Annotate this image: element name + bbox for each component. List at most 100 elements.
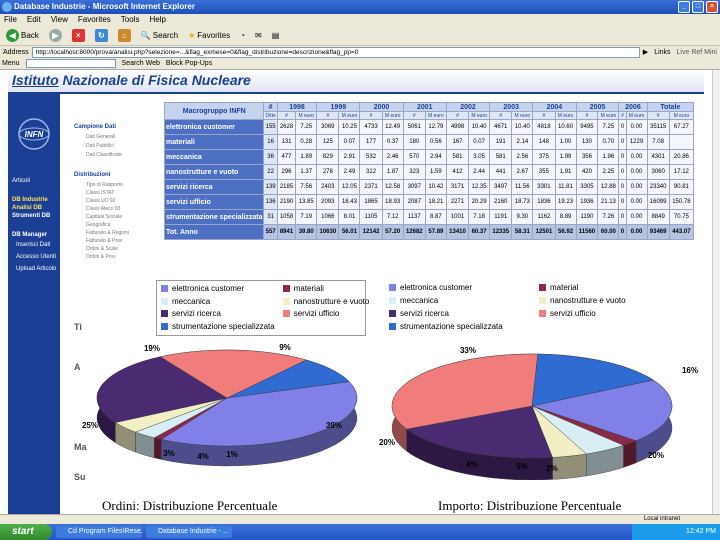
ditte-count: 36	[263, 149, 278, 165]
minimize-button[interactable]: _	[678, 1, 690, 13]
links-label[interactable]: Links	[651, 49, 673, 56]
menu-file[interactable]: File	[4, 14, 17, 26]
table-cell: 18.93	[381, 194, 404, 210]
stop-button[interactable]: ×	[69, 28, 88, 43]
menu-help[interactable]: Help	[149, 14, 165, 26]
table-cell: 0.00	[625, 119, 648, 135]
block-popups-button[interactable]: Block Pop-Ups	[166, 60, 212, 67]
table-cell: 3171	[445, 179, 470, 195]
legend-item: materiali	[282, 283, 370, 294]
taskbar-item[interactable]: Database Industrie - ...	[146, 526, 232, 538]
menu-favorites[interactable]: Favorites	[78, 14, 111, 26]
address-input[interactable]: http://localhost:8000/prova/analisi.php?…	[31, 46, 640, 58]
table-cell: 1190	[575, 209, 599, 225]
table-cell: 2087	[402, 194, 426, 210]
subnav-item[interactable]: Geografica	[86, 222, 110, 228]
subheader-count: #	[276, 111, 297, 120]
subnav-item[interactable]: Ordini & Prov	[86, 254, 116, 260]
nav-analisi-db[interactable]: Analisi DB	[12, 205, 42, 211]
subheader-value: M euro	[295, 111, 318, 120]
subnav-side-letter: Ti	[74, 322, 82, 332]
legend-label: elettronica customer	[400, 283, 473, 292]
table-cell: 0.07	[338, 134, 361, 150]
data-table: Macrogruppo INFN #1998 1999 2000 2001 2002 200…	[163, 102, 695, 240]
table-row: meccanica 36 477 1.89 829 2.91 532 2.46 570 2.94 5…	[163, 149, 695, 165]
table-cell: 20.86	[668, 149, 695, 165]
favorites-button[interactable]: ★ Favorites	[185, 30, 233, 41]
subnav-item[interactable]: Dati Generali	[86, 134, 115, 140]
maximize-button[interactable]: □	[692, 1, 704, 13]
subnav-item[interactable]: Dati Classificate	[86, 152, 122, 158]
table-cell: 10.60	[554, 119, 577, 135]
nav-inserisci-dati[interactable]: Inserisci Dati	[16, 242, 50, 248]
table-cell: 2628	[276, 119, 297, 135]
search-web-button[interactable]: Search Web	[122, 60, 160, 67]
table-cell: 70.75	[668, 209, 695, 225]
search-menu[interactable]: Menu	[2, 60, 20, 67]
menu-view[interactable]: View	[51, 14, 68, 26]
subheader-value: M euro	[554, 111, 577, 120]
subnav-item[interactable]: Fatturato & Prov	[86, 238, 122, 244]
nav-accesso-utenti[interactable]: Accesso Utenti	[16, 254, 56, 260]
pie-data-label: 4%	[466, 460, 478, 469]
year-header: 1999	[316, 102, 361, 112]
nav-upload-articolo[interactable]: Upload Articolo	[16, 266, 56, 272]
legend-item: material	[539, 282, 681, 293]
history-button[interactable]: ◔	[237, 30, 248, 41]
legend-item: servizi ufficio	[282, 308, 370, 319]
refresh-button[interactable]: ↻	[92, 28, 111, 43]
nav-articoli[interactable]: Articoli	[12, 178, 30, 184]
table-cell: 177	[359, 134, 383, 150]
table-cell: 1066	[316, 209, 340, 225]
taskbar: start Cd Program Files\Rese... Database …	[0, 524, 720, 540]
stop-icon: ×	[71, 29, 85, 42]
nav-strumenti-db[interactable]: Strumenti DB	[12, 213, 50, 219]
subheader-count: #	[359, 111, 383, 120]
table-cell: 7.56	[295, 179, 318, 195]
home-button[interactable]: ⌂	[115, 28, 134, 43]
pie-data-label: 20%	[648, 451, 664, 460]
row-label: elettronica customer	[163, 119, 265, 135]
table-cell: 125	[316, 134, 340, 150]
start-button[interactable]: start	[0, 524, 52, 540]
subnav-item[interactable]: Classi UO 92	[86, 198, 115, 204]
subnav-item[interactable]: Classi ISTAT	[86, 190, 114, 196]
table-cell: 0	[618, 119, 627, 135]
table-cell: 0	[618, 209, 627, 225]
year-header: 2005	[575, 102, 620, 112]
subnav-item[interactable]: Classi Ateco 93	[86, 206, 120, 212]
mail-button[interactable]: ✉	[252, 30, 265, 41]
go-button[interactable]: ▶	[640, 48, 651, 56]
pie-data-label: 25%	[82, 421, 98, 430]
subnav-item[interactable]: Capitale Sociale	[86, 214, 122, 220]
legend-item: servizi ricerca	[161, 308, 275, 319]
menu-edit[interactable]: Edit	[27, 14, 41, 26]
table-cell: 12335	[489, 224, 513, 240]
close-button[interactable]: ×	[706, 1, 718, 13]
table-cell: 1.89	[295, 149, 318, 165]
forward-button[interactable]: ▶	[46, 28, 65, 43]
taskbar-item[interactable]: Cd Program Files\Rese...	[56, 526, 142, 538]
table-cell: 0.37	[381, 134, 404, 150]
subnav-item[interactable]: Dati Pubblici	[86, 143, 114, 149]
subheader-count: #	[532, 111, 556, 120]
table-cell: 0.00	[625, 209, 648, 225]
menu-tools[interactable]: Tools	[121, 14, 140, 26]
nav-db-industrie[interactable]: DB Industrie	[12, 197, 48, 203]
back-button[interactable]: ◀ Back	[3, 28, 42, 43]
vertical-scrollbar[interactable]	[712, 70, 720, 514]
legend-importo: elettronica customer material meccanica nan…	[385, 280, 685, 336]
search-button[interactable]: 🔍 Search	[138, 30, 181, 41]
legend-swatch	[389, 284, 396, 291]
print-button[interactable]: ▤	[269, 30, 283, 41]
web-search-input[interactable]	[25, 59, 116, 68]
subnav-item[interactable]: Tipo di Rapporto	[86, 182, 123, 188]
subnav-item[interactable]: Fatturato & Regioni	[86, 230, 129, 236]
toolbar-extra[interactable]: Live Ref Mini	[674, 49, 720, 56]
pie-slice-side	[154, 437, 162, 460]
nav-db-manager[interactable]: DB Manager	[12, 232, 47, 238]
subnav-item[interactable]: Ordini & Scale	[86, 246, 118, 252]
legend-label: meccanica	[172, 296, 211, 306]
legend-item: elettronica customer	[389, 282, 531, 293]
table-cell: 8.89	[554, 209, 577, 225]
